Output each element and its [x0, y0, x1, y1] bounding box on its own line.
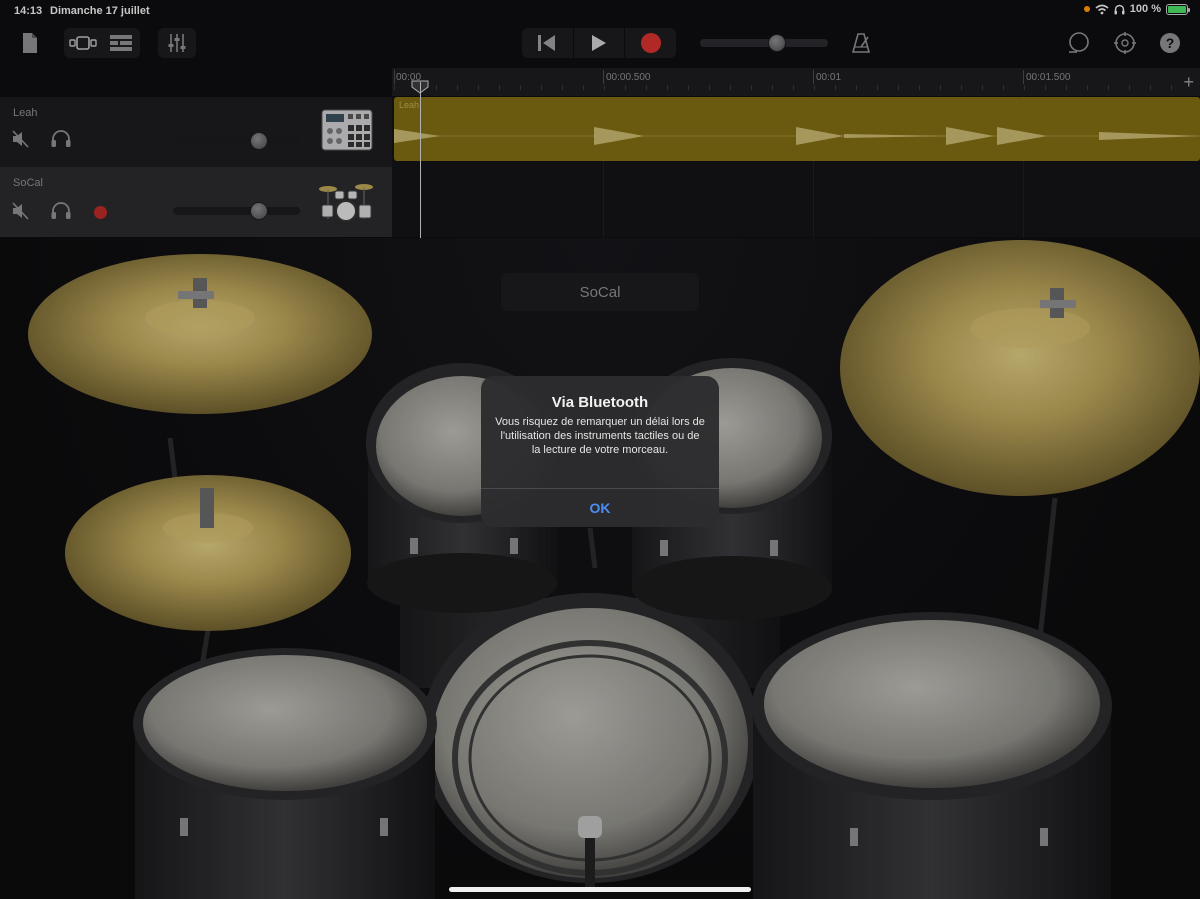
ok-button[interactable]: OK	[481, 489, 719, 527]
alert-message: Vous risquez de remarquer un délai lors …	[495, 416, 705, 456]
alert-title: Via Bluetooth	[551, 394, 649, 411]
bluetooth-alert: Via Bluetooth Vous risquez de remarquer …	[481, 376, 719, 527]
home-indicator[interactable]	[449, 887, 751, 892]
